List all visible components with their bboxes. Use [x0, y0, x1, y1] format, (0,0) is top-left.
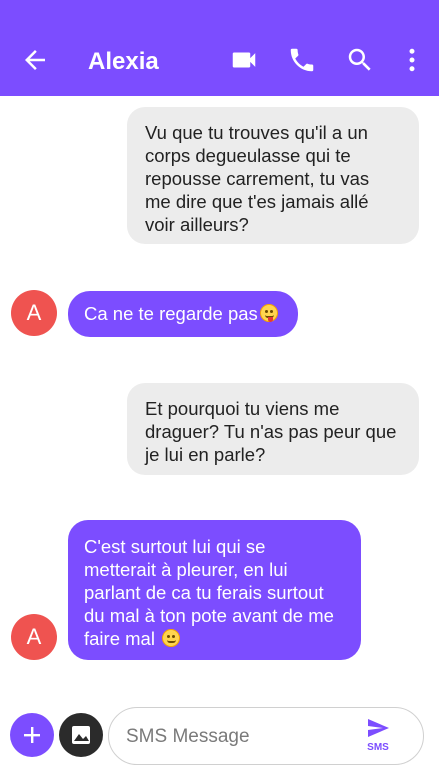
contact-name[interactable]: Alexia [88, 48, 159, 76]
message-line: parlant de ca tu ferais surtout [84, 582, 324, 603]
message-line: draguer? Tu n'as pas peur que [145, 421, 397, 442]
avatar[interactable]: A [11, 614, 57, 660]
message-line: corps degueulasse qui te [145, 145, 351, 166]
video-call-icon[interactable] [229, 45, 259, 75]
search-icon[interactable] [345, 45, 375, 75]
send-icon [368, 719, 389, 737]
back-arrow-icon[interactable] [20, 45, 50, 75]
outgoing-message[interactable]: Vu que tu trouves qu'il a un corps degue… [127, 107, 419, 244]
incoming-message[interactable]: C'est surtout lui qui se metterait à ple… [68, 520, 361, 660]
phone-icon[interactable] [287, 45, 317, 75]
message-line: me dire que t'es jamais allé [145, 191, 369, 212]
gallery-button[interactable] [59, 713, 103, 757]
avatar[interactable]: A [11, 290, 57, 336]
message-line: je lui en parle? [145, 444, 266, 465]
message-line: repousse carrement, tu vas [145, 168, 370, 189]
composer-bar: SMS [0, 700, 439, 780]
send-label: SMS [367, 742, 389, 753]
message-line: voir ailleurs? [145, 214, 249, 235]
add-attachment-button[interactable] [10, 713, 54, 757]
app-bar: Alexia [0, 0, 439, 96]
gallery-icon [72, 726, 90, 744]
sms-message-input[interactable] [126, 724, 346, 750]
face-with-tongue-icon [259, 304, 278, 322]
message-line: Ca ne te regarde pas [84, 303, 258, 324]
message-line: Vu que tu trouves qu'il a un [145, 122, 368, 143]
relieved-face-icon [162, 629, 181, 647]
plus-icon [24, 727, 40, 743]
message-line: Et pourquoi tu viens me [145, 398, 340, 419]
message-line: faire mal [84, 628, 155, 649]
message-line: C'est surtout lui qui se [84, 536, 266, 557]
message-line: metterait à pleurer, en lui [84, 559, 288, 580]
message-composer: SMS [108, 707, 424, 765]
more-vert-icon[interactable] [397, 45, 427, 75]
send-button[interactable]: SMS [359, 716, 397, 758]
message-line: du mal à ton pote avant de me [84, 605, 334, 626]
incoming-message[interactable]: Ca ne te regarde pas [68, 291, 298, 337]
outgoing-message[interactable]: Et pourquoi tu viens me draguer? Tu n'as… [127, 383, 419, 475]
